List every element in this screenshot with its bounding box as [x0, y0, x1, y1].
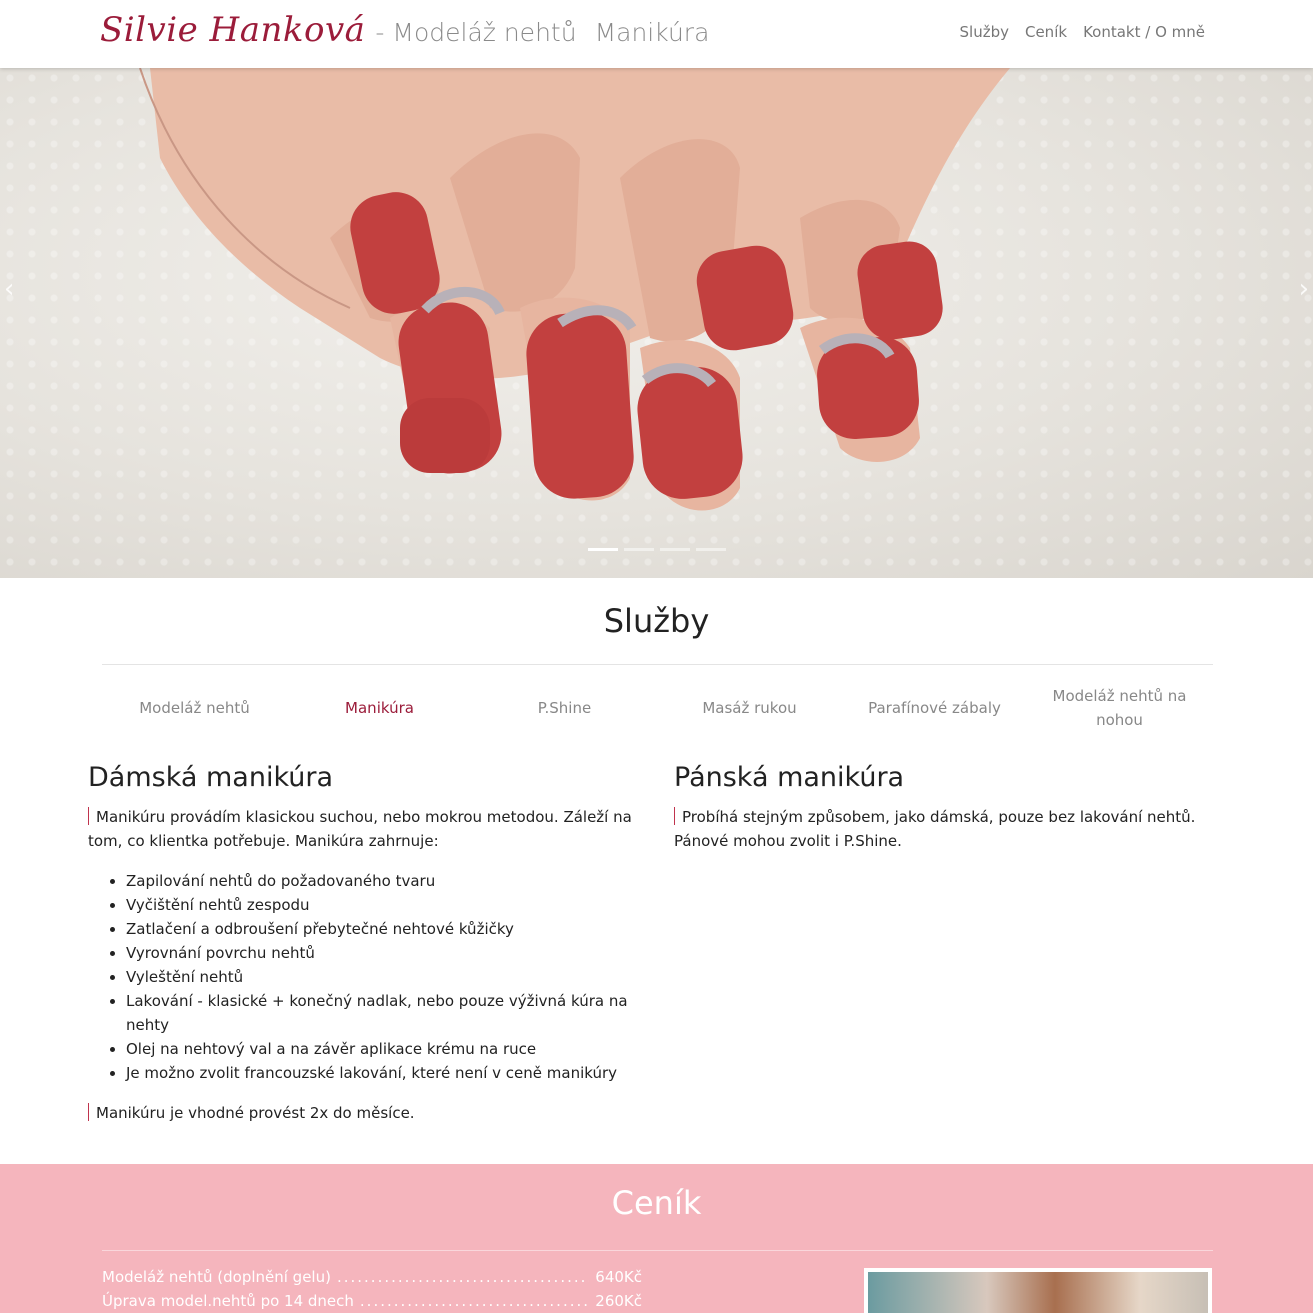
- brand[interactable]: Silvie Hanková - Modeláž nehtů Manikúra: [100, 10, 709, 50]
- list-item: Vyčištění nehtů zespodu: [126, 893, 648, 917]
- mens-manicure-lead: Probíhá stejným způsobem, jako dámská, p…: [674, 805, 1234, 853]
- quote-bar: [674, 807, 675, 825]
- list-item: Je možno zvolit francouzské lakování, kt…: [126, 1061, 648, 1085]
- hands-image: [139, 68, 1010, 511]
- brand-name[interactable]: Silvie Hanková: [100, 10, 365, 50]
- ladies-manicure-section: Dámská manikúra Manikúru provádím klasic…: [88, 762, 648, 1125]
- mens-manicure-lead-text: Probíhá stejným způsobem, jako dámská, p…: [674, 808, 1196, 850]
- carousel-indicator-2[interactable]: [624, 548, 654, 551]
- nav-links: Služby Ceník Kontakt / O mně: [960, 23, 1205, 41]
- price-row-price: 640Kč: [595, 1268, 642, 1286]
- tab-modelaz-nehtu[interactable]: Modeláž nehtů: [102, 684, 287, 732]
- list-item: Vyleštění nehtů: [126, 965, 648, 989]
- price-row-name: Úprava model.nehtů po 14 dnech: [102, 1292, 354, 1310]
- hero-carousel: ‹ ›: [0, 68, 1313, 578]
- price-row-dots: ........................................…: [359, 1292, 590, 1310]
- list-item: Zapilování nehtů do požadovaného tvaru: [126, 869, 648, 893]
- carousel-indicators: [588, 548, 726, 551]
- ladies-manicure-note: Manikúru je vhodné provést 2x do měsíce.: [88, 1101, 648, 1125]
- price-row: Úprava model.nehtů po 14 dnech .........…: [102, 1292, 642, 1310]
- pricing-divider: [102, 1250, 1213, 1251]
- list-item: Olej na nehtový val a na závěr aplikace …: [126, 1037, 648, 1061]
- carousel-indicator-4[interactable]: [696, 548, 726, 551]
- carousel-prev-icon[interactable]: ‹: [4, 274, 14, 304]
- brand-subtitle-manikura[interactable]: Manikúra: [595, 18, 710, 47]
- tab-modelaz-nehtu-na-nohou[interactable]: Modeláž nehtů na nohou: [1027, 684, 1212, 732]
- ladies-manicure-list: Zapilování nehtů do požadovaného tvaru V…: [126, 869, 648, 1085]
- quote-bar: [88, 1103, 89, 1121]
- navbar: Silvie Hanková - Modeláž nehtů Manikúra …: [0, 0, 1313, 68]
- carousel-indicator-1[interactable]: [588, 548, 618, 551]
- services-title: Služby: [603, 602, 710, 640]
- services-tabs: Modeláž nehtů Manikúra P.Shine Masáž ruk…: [102, 684, 1213, 732]
- list-item: Lakování - klasické + konečný nadlak, ne…: [126, 989, 648, 1037]
- mens-manicure-heading: Pánská manikúra: [674, 762, 905, 793]
- nav-link-cenik[interactable]: Ceník: [1025, 23, 1067, 41]
- tab-parafinove-zabaly[interactable]: Parafínové zábaly: [842, 684, 1027, 732]
- services-divider: [102, 664, 1213, 665]
- ladies-manicure-note-text: Manikúru je vhodné provést 2x do měsíce.: [96, 1104, 415, 1122]
- nav-link-kontakt[interactable]: Kontakt / O mně: [1083, 23, 1205, 41]
- nav-link-sluzby[interactable]: Služby: [960, 23, 1009, 41]
- price-row-dots: ........................................…: [336, 1268, 589, 1286]
- list-item: Vyrovnání povrchu nehtů: [126, 941, 648, 965]
- tab-pshine[interactable]: P.Shine: [472, 684, 657, 732]
- price-row-name: Modeláž nehtů (doplnění gelu): [102, 1268, 331, 1286]
- quote-bar: [88, 807, 89, 825]
- ladies-manicure-lead-text: Manikúru provádím klasickou suchou, nebo…: [88, 808, 632, 850]
- price-row: Modeláž nehtů (doplnění gelu) ..........…: [102, 1268, 642, 1286]
- list-item: Zatlačení a odbroušení přebytečné nehtov…: [126, 917, 648, 941]
- ladies-manicure-heading: Dámská manikúra: [88, 762, 334, 793]
- brand-subtitle[interactable]: - Modeláž nehtů: [375, 18, 576, 47]
- ladies-manicure-lead: Manikúru provádím klasickou suchou, nebo…: [88, 805, 648, 853]
- carousel-next-icon[interactable]: ›: [1299, 274, 1309, 304]
- price-row-price: 260Kč: [595, 1292, 642, 1310]
- pricing-title: Ceník: [611, 1184, 702, 1222]
- carousel-indicator-3[interactable]: [660, 548, 690, 551]
- salon-photo: [864, 1268, 1212, 1313]
- tab-manikura[interactable]: Manikúra: [287, 684, 472, 732]
- mens-manicure-section: Pánská manikúra Probíhá stejným způsobem…: [674, 762, 1234, 853]
- tab-masaz-rukou[interactable]: Masáž rukou: [657, 684, 842, 732]
- pricing-section: Ceník Modeláž nehtů (doplnění gelu) ....…: [0, 1164, 1313, 1313]
